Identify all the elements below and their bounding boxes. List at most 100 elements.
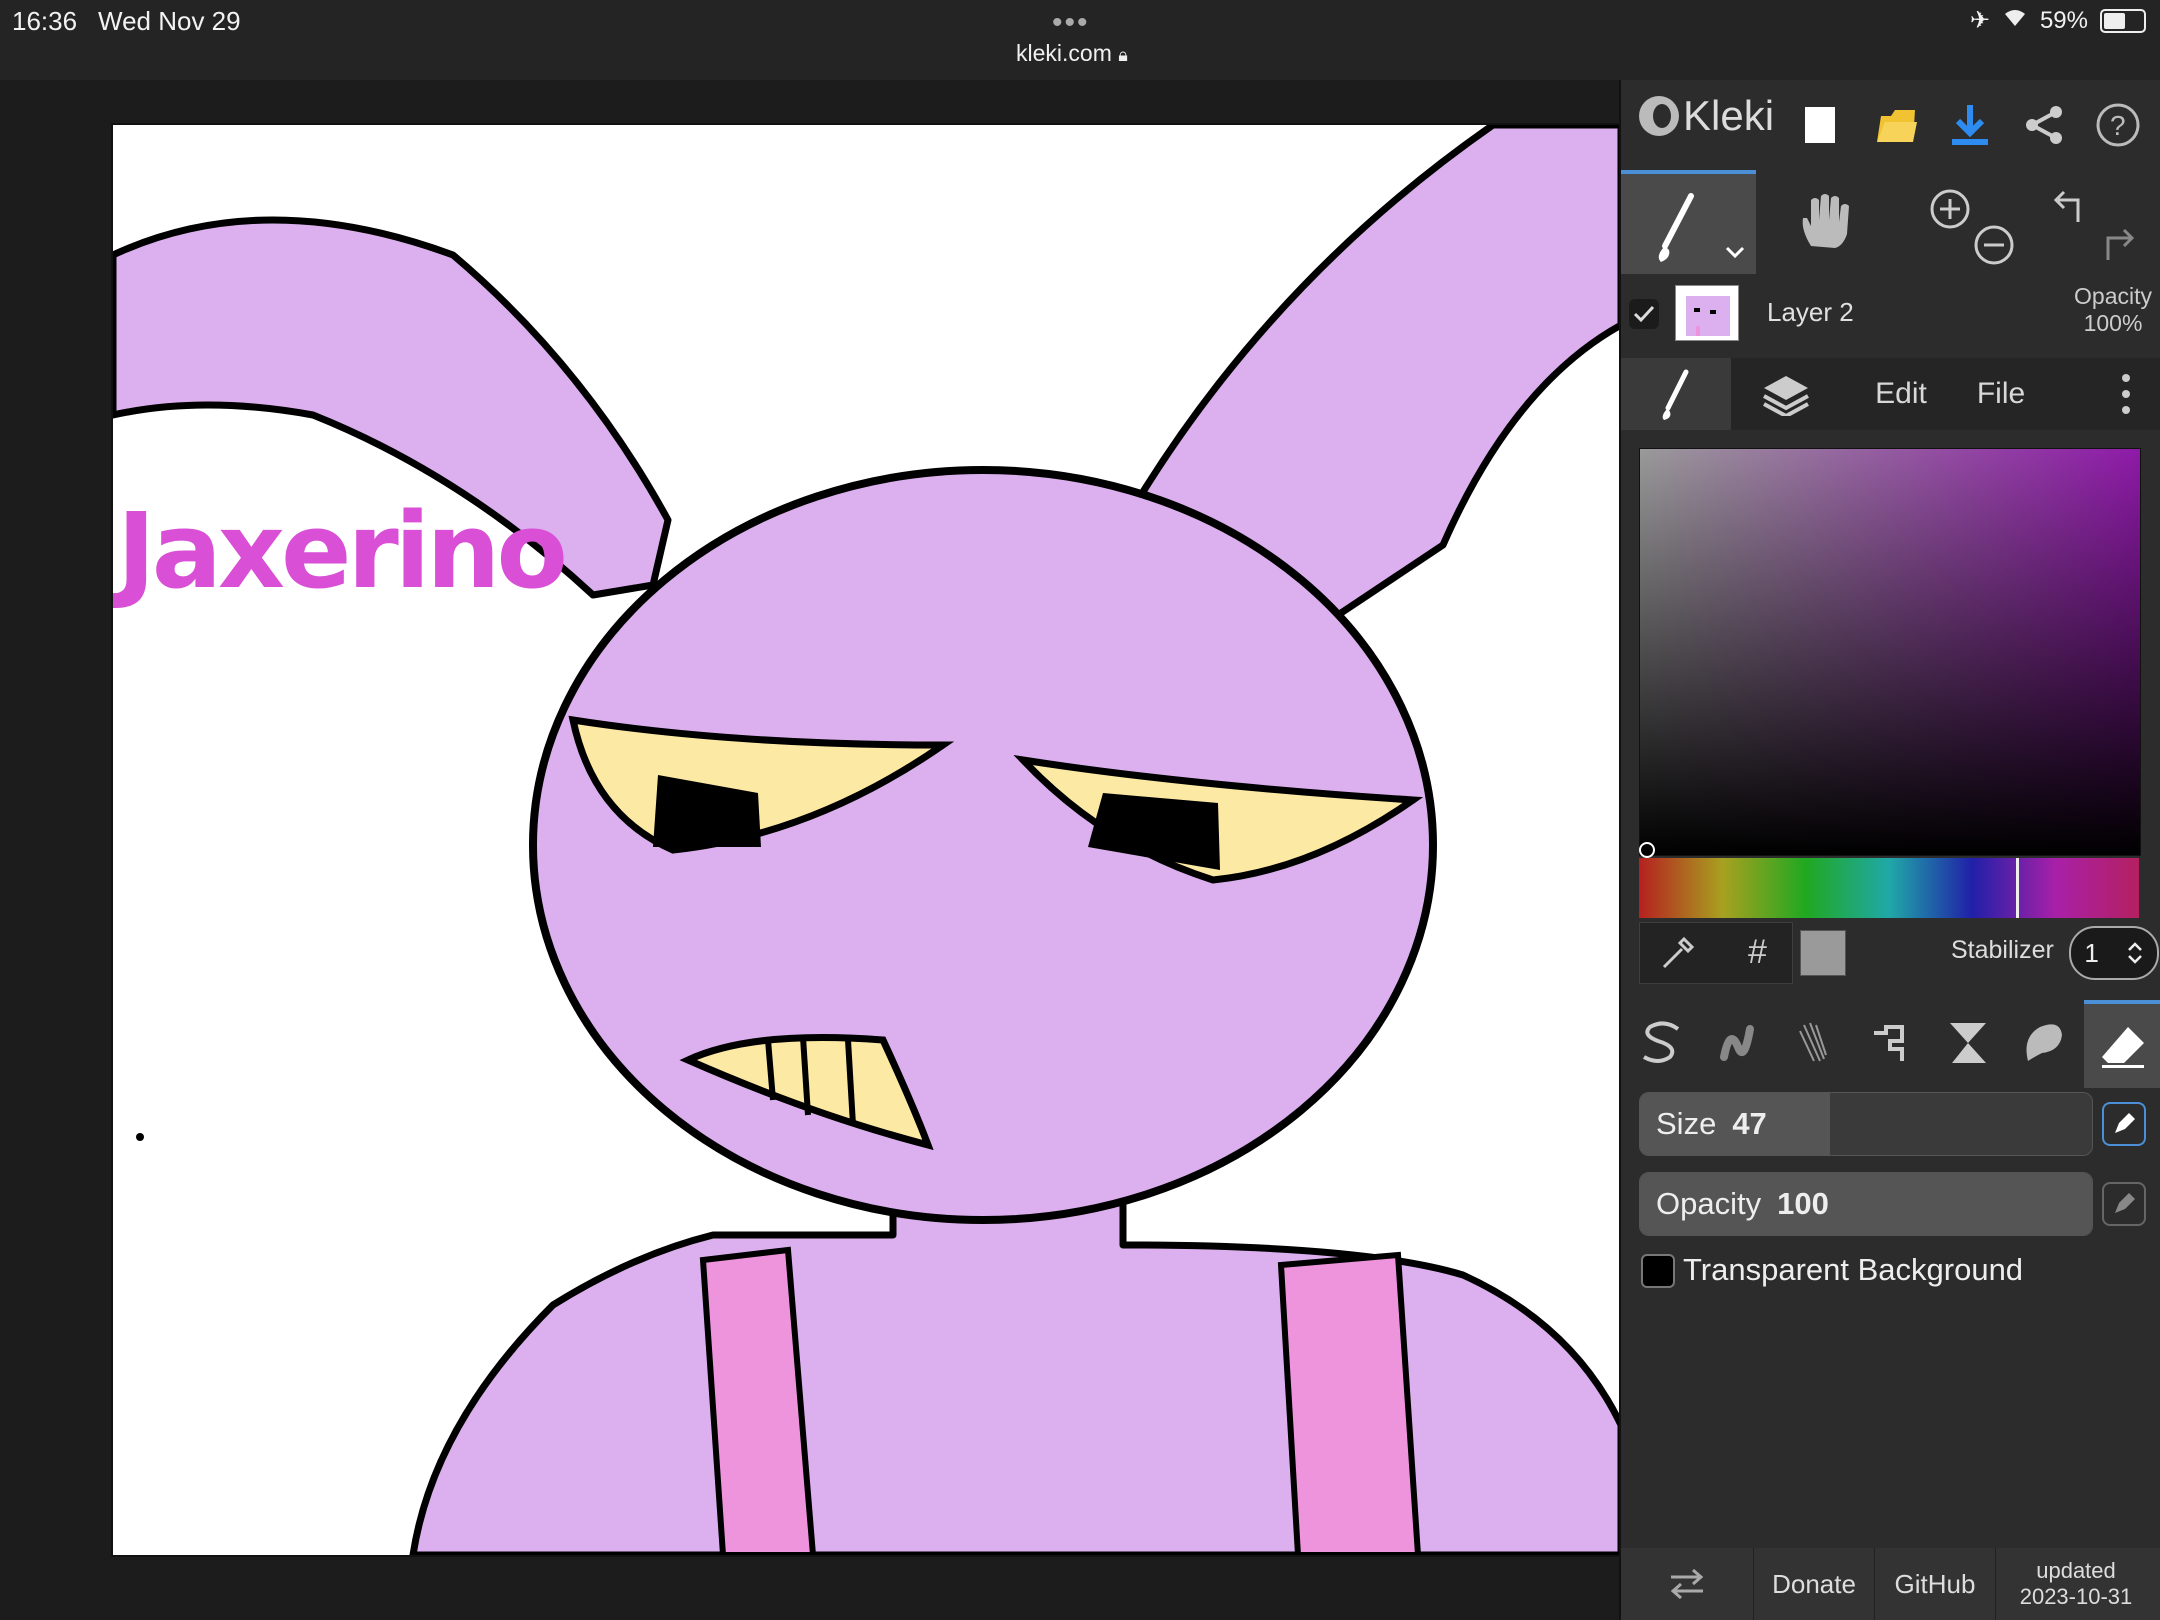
blend-brush-icon — [1720, 1025, 1754, 1061]
pen-pressure-icon — [2115, 1193, 2135, 1213]
kleki-side-panel: Kleki ? Layer 2 Opacity 100% Edit File #… — [1619, 80, 2160, 1620]
layers-icon — [1763, 376, 1809, 416]
opacity-value: 100 — [1777, 1186, 1829, 1221]
smudge-brush-button[interactable] — [2007, 1000, 2079, 1084]
ios-status-bar: 16:36 Wed Nov 29 ••• kleki.com 🔒︎ ✈ 59% — [0, 0, 2160, 80]
url-text: kleki.com — [1016, 40, 1112, 66]
layer-thumbnail — [1675, 285, 1739, 341]
checkmark-icon — [1633, 305, 1655, 323]
brush-tool-button[interactable] — [1621, 170, 1756, 274]
hue-slider-handle[interactable] — [2016, 858, 2019, 918]
transparent-background-label: Transparent Background — [1683, 1252, 2024, 1287]
hand-icon — [1802, 194, 1849, 248]
size-value: 47 — [1732, 1106, 1767, 1141]
size-slider-fill: Size 47 — [1640, 1093, 1830, 1155]
canvas-handwritten-text: Jaxerino — [117, 490, 568, 612]
hex-input-button[interactable]: # — [1748, 933, 1767, 972]
size-slider[interactable]: Size 47 — [1639, 1092, 2093, 1156]
donate-link[interactable]: Donate — [1754, 1548, 1875, 1620]
chemy-brush-button[interactable] — [1931, 1000, 2003, 1084]
lock-icon: 🔒︎ — [1118, 45, 1128, 65]
transparent-background-checkbox[interactable] — [1641, 1254, 1675, 1288]
opacity-pressure-toggle[interactable] — [2102, 1182, 2146, 1226]
date: Wed Nov 29 — [98, 6, 241, 36]
kleki-logo-icon — [1639, 96, 1679, 136]
layer-opacity: Opacity 100% — [2074, 283, 2152, 337]
more-menu-button[interactable] — [2091, 358, 2160, 430]
sketchy-brush-icon — [1799, 1022, 1827, 1062]
pixel-brush-button[interactable] — [1855, 1000, 1927, 1084]
stabilizer-select[interactable]: 1 — [2069, 926, 2159, 980]
status-right: ✈ 59% — [1970, 6, 2146, 35]
opacity-slider[interactable]: Opacity 100 — [1639, 1172, 2093, 1236]
layer-name: Layer 2 — [1767, 297, 1854, 327]
eyedropper-icon[interactable] — [1658, 935, 1696, 973]
svg-text:?: ? — [2110, 110, 2126, 141]
more-icon — [2122, 374, 2130, 414]
multitasking-dots-icon[interactable]: ••• — [1052, 6, 1090, 40]
color-input-group: # — [1639, 922, 1793, 984]
hand-tool-button[interactable] — [1756, 170, 1891, 270]
tab-edit[interactable]: Edit — [1846, 358, 1956, 430]
tool-row — [1621, 170, 2160, 274]
blend-brush-button[interactable] — [1703, 1000, 1775, 1084]
undo-icon[interactable] — [2048, 186, 2092, 230]
stabilizer-value: 1 — [2084, 937, 2099, 968]
opacity-slider-fill: Opacity 100 — [1640, 1173, 2092, 1235]
pen-brush-icon — [1643, 1021, 1680, 1063]
redo-icon[interactable] — [2098, 222, 2142, 266]
new-image-icon[interactable] — [1793, 98, 1847, 152]
chevron-updown-icon — [2127, 942, 2142, 964]
airplane-icon: ✈ — [1969, 7, 1990, 34]
kleki-logo[interactable]: Kleki — [1639, 92, 1774, 140]
eraser-icon — [2102, 1027, 2144, 1068]
size-pressure-toggle[interactable] — [2102, 1102, 2146, 1146]
github-link[interactable]: GitHub — [1875, 1548, 1996, 1620]
layer-thumbnail-art — [1686, 296, 1730, 336]
zoom-buttons — [1891, 170, 2026, 270]
sv-picker-cursor[interactable] — [1639, 842, 1655, 858]
help-icon[interactable]: ? — [2091, 98, 2145, 152]
wifi-icon — [2002, 6, 2028, 35]
panel-tabs: Edit File — [1621, 358, 2160, 430]
battery-icon — [2100, 8, 2146, 33]
drawing-artwork — [113, 125, 1621, 1555]
layer-opacity-label: Opacity — [2074, 283, 2152, 309]
open-folder-icon[interactable] — [1869, 98, 1923, 152]
tab-brush[interactable] — [1621, 358, 1731, 430]
opacity-label: Opacity — [1656, 1186, 1762, 1221]
color-saturation-value-picker[interactable] — [1639, 448, 2141, 856]
history-buttons — [2026, 170, 2160, 270]
brush-type-row — [1621, 1000, 2160, 1088]
updated-info[interactable]: updated 2023-10-31 — [1996, 1548, 2156, 1620]
sketchy-brush-button[interactable] — [1779, 1000, 1851, 1084]
swap-icon — [1670, 1568, 1704, 1600]
battery-level — [2104, 12, 2126, 29]
pen-brush-button[interactable] — [1627, 1000, 1699, 1084]
swap-side-button[interactable] — [1621, 1548, 1754, 1620]
current-layer-row[interactable]: Layer 2 Opacity 100% — [1621, 275, 2160, 355]
tab-file[interactable]: File — [1951, 358, 2051, 430]
address-url[interactable]: kleki.com 🔒︎ — [1016, 40, 1128, 67]
brush-tab-icon — [1662, 369, 1689, 420]
battery-percent: 59% — [2039, 6, 2088, 34]
clock-time: 16:36 — [12, 6, 78, 36]
stabilizer-label: Stabilizer — [1951, 936, 2054, 964]
selected-color-swatch[interactable] — [1800, 930, 1846, 976]
hue-slider[interactable] — [1639, 858, 2139, 918]
tab-layers[interactable] — [1731, 358, 1841, 430]
chemy-brush-icon — [1950, 1023, 1986, 1063]
panel-header: Kleki ? — [1621, 80, 2160, 170]
updated-date: 2023-10-31 — [2019, 1584, 2133, 1609]
drawing-canvas[interactable]: Jaxerino — [111, 123, 1623, 1557]
layer-opacity-value: 100% — [2083, 310, 2143, 336]
app-name: Kleki — [1683, 92, 1775, 139]
smudge-brush-icon — [2026, 1024, 2062, 1061]
share-icon[interactable] — [2017, 98, 2071, 152]
download-icon[interactable] — [1943, 98, 1997, 152]
eraser-button[interactable] — [2084, 1000, 2160, 1088]
zoom-out-icon[interactable] — [1973, 224, 2015, 266]
layer-visibility-checkbox[interactable] — [1629, 299, 1659, 329]
updated-label: updated — [2036, 1558, 2116, 1583]
zoom-in-icon[interactable] — [1929, 188, 1971, 230]
